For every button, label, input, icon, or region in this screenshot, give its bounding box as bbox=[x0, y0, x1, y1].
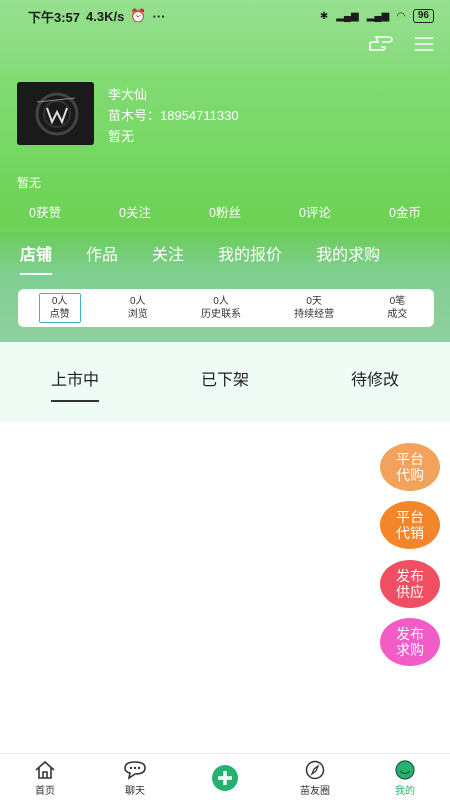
compass-icon bbox=[304, 760, 326, 782]
user-extra: 暂无 bbox=[108, 129, 135, 144]
listing-subtabs: 上市中 已下架 待修改 bbox=[0, 342, 450, 422]
user-icon bbox=[394, 760, 416, 782]
avatar[interactable] bbox=[17, 82, 94, 145]
home-icon bbox=[34, 760, 56, 782]
tab-shop[interactable]: 店铺 bbox=[20, 241, 53, 275]
user-id: 苗木号：18954711330 bbox=[108, 108, 239, 123]
share-hand-icon[interactable] bbox=[368, 34, 394, 54]
nav-add[interactable] bbox=[180, 754, 270, 794]
user-name: 李大仙 bbox=[108, 87, 148, 102]
subtab-off-shelf[interactable]: 已下架 bbox=[201, 366, 249, 400]
user-stats: 0获赞 0关注 0粉丝 0评论 0金币 bbox=[0, 202, 450, 221]
stat-likes[interactable]: 0获赞 bbox=[29, 202, 61, 221]
user-bio: 暂无 bbox=[17, 176, 42, 190]
more-dots-icon: ··· bbox=[152, 8, 166, 24]
publish-supply-button[interactable]: 发布 供应 bbox=[380, 560, 440, 608]
add-icon bbox=[211, 760, 239, 794]
tab-my-quotes[interactable]: 我的报价 bbox=[218, 241, 282, 275]
signal-icon: ▂▄▆ bbox=[336, 10, 359, 22]
shop-stats-card: 0人 点赞 0人 浏览 0人 历史联系 0天 持续经营 0笔 成交 bbox=[18, 289, 434, 327]
tab-works[interactable]: 作品 bbox=[86, 241, 118, 275]
bottom-nav: 首页 聊天 苗友圈 我的 bbox=[0, 753, 450, 800]
shop-stat-deals[interactable]: 0笔 成交 bbox=[381, 294, 413, 322]
bluetooth-icon: ✱ bbox=[319, 10, 329, 22]
status-time: 下午3:57 bbox=[28, 9, 81, 25]
alarm-icon: ⏰ bbox=[130, 8, 147, 23]
status-speed: 4.3K/s bbox=[86, 8, 125, 24]
tab-follow[interactable]: 关注 bbox=[152, 241, 184, 275]
nav-community[interactable]: 苗友圈 bbox=[270, 754, 360, 797]
nav-home[interactable]: 首页 bbox=[0, 754, 90, 797]
shop-stat-views[interactable]: 0人 浏览 bbox=[122, 294, 154, 322]
profile-section: 李大仙 苗木号：18954711330 暂无 暂无 0获赞 0关注 0粉丝 0评… bbox=[0, 72, 450, 232]
subtab-on-sale[interactable]: 上市中 bbox=[50, 366, 100, 402]
subtab-pending-edit[interactable]: 待修改 bbox=[351, 366, 399, 400]
main-tabs: 店铺 作品 关注 我的报价 我的求购 bbox=[0, 238, 450, 278]
shop-stat-operating-days[interactable]: 0天 持续经营 bbox=[288, 294, 340, 322]
platform-sale-button[interactable]: 平台 代销 bbox=[380, 501, 440, 549]
nav-mine[interactable]: 我的 bbox=[360, 754, 450, 797]
stat-comments[interactable]: 0评论 bbox=[299, 202, 331, 221]
header-background: 下午3:57 4.3K/s ⏰ ··· ✱ ▂▄▆ ▂▄▆ ◠ 96 李大仙 苗… bbox=[0, 0, 450, 342]
nav-chat[interactable]: 聊天 bbox=[90, 754, 180, 797]
signal-icon: ▂▄▆ bbox=[366, 10, 390, 22]
stat-following[interactable]: 0关注 bbox=[119, 202, 151, 221]
publish-request-button[interactable]: 发布 求购 bbox=[380, 618, 440, 666]
tab-my-purchases[interactable]: 我的求购 bbox=[316, 241, 380, 275]
wifi-icon: ◠ bbox=[397, 10, 405, 22]
shop-stat-contacts[interactable]: 0人 历史联系 bbox=[195, 294, 247, 322]
platform-purchase-button[interactable]: 平台 代购 bbox=[380, 443, 440, 491]
chat-icon bbox=[123, 760, 147, 782]
stat-fans[interactable]: 0粉丝 bbox=[209, 202, 241, 221]
menu-icon[interactable] bbox=[414, 36, 434, 52]
stat-coins[interactable]: 0金币 bbox=[389, 202, 421, 221]
shop-stat-likes[interactable]: 0人 点赞 bbox=[38, 293, 81, 323]
battery-icon: 96 bbox=[412, 9, 434, 23]
status-bar: 下午3:57 4.3K/s ⏰ ··· ✱ ▂▄▆ ▂▄▆ ◠ 96 bbox=[0, 0, 450, 32]
